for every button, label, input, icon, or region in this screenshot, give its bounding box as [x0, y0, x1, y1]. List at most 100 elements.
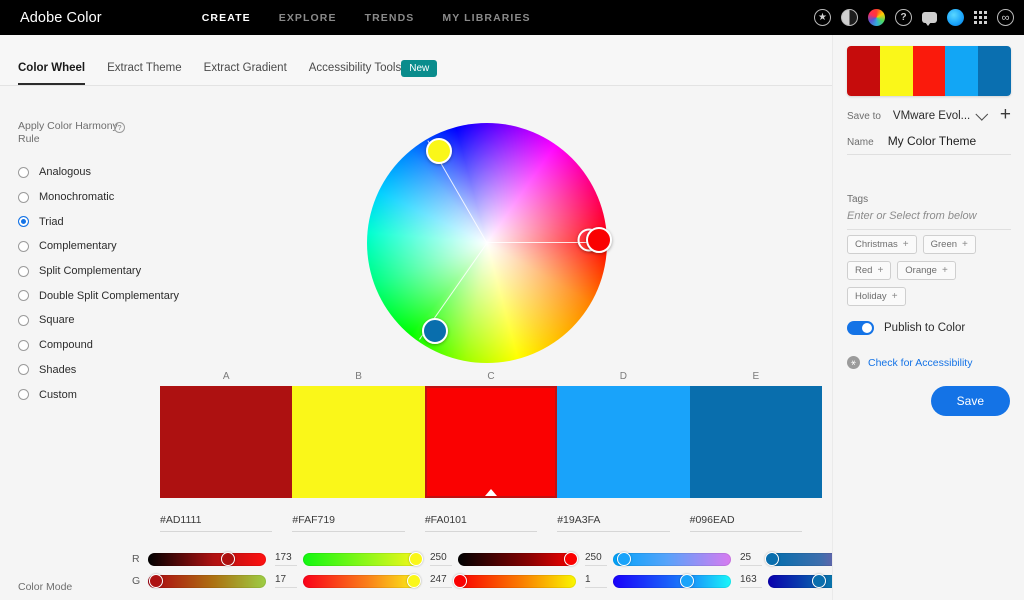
tag-chip-christmas[interactable]: Christmas+ [847, 235, 917, 254]
chat-icon[interactable] [922, 12, 937, 23]
add-library-plus-icon[interactable]: + [1000, 107, 1011, 123]
slider-knob-E-G[interactable] [812, 574, 826, 588]
slider-track-D-R[interactable] [613, 553, 731, 566]
slider-track-A-R[interactable] [148, 553, 266, 566]
plus-icon[interactable]: + [877, 265, 883, 276]
handle-e-blue[interactable] [422, 318, 448, 344]
harmony-rule-double-split-complementary[interactable]: Double Split Complementary [18, 283, 160, 308]
tab-extract-theme[interactable]: Extract Theme [107, 62, 182, 85]
apps-grid-icon[interactable] [974, 11, 987, 24]
radio-icon[interactable] [18, 340, 29, 351]
color-wheel-widget[interactable] [367, 123, 607, 363]
tab-extract-gradient[interactable]: Extract Gradient [204, 62, 287, 85]
slider-knob-D-R[interactable] [617, 552, 631, 566]
preview-swatch-5[interactable] [978, 46, 1011, 96]
check-accessibility-link[interactable]: Check for Accessibility [868, 357, 972, 369]
radio-icon[interactable] [18, 315, 29, 326]
swatch-E[interactable] [690, 386, 822, 498]
slider-knob-B-R[interactable] [409, 552, 423, 566]
hex-input-A[interactable]: #AD1111 [160, 514, 272, 532]
radio-icon[interactable] [18, 192, 29, 203]
tags-input[interactable]: Enter or Select from below [847, 210, 1011, 230]
handle-b-yellow[interactable] [426, 138, 452, 164]
plus-icon[interactable]: + [962, 239, 968, 250]
harmony-rule-custom[interactable]: Custom [18, 382, 160, 407]
preview-swatch-1[interactable] [847, 46, 880, 96]
preview-swatch-3[interactable] [913, 46, 946, 96]
slider-track-B-R[interactable] [303, 553, 421, 566]
save-to-value[interactable]: VMware Evol... [893, 110, 970, 122]
harmony-rule-analogous[interactable]: Analogous [18, 160, 160, 185]
handle-c-red[interactable] [586, 227, 612, 253]
radio-icon[interactable] [18, 266, 29, 277]
new-badge[interactable]: New [401, 60, 437, 77]
brand-logo-text[interactable]: Adobe Color [20, 10, 102, 26]
tab-accessibility-tools[interactable]: Accessibility Tools [309, 62, 401, 85]
radio-icon[interactable] [18, 167, 29, 178]
hex-input-D[interactable]: #19A3FA [557, 514, 669, 532]
slider-knob-A-R[interactable] [221, 552, 235, 566]
harmony-rule-complementary[interactable]: Complementary [18, 234, 160, 259]
hex-input-E[interactable]: #096EAD [690, 514, 802, 532]
plus-icon[interactable]: + [892, 291, 898, 302]
tag-chip-red[interactable]: Red+ [847, 261, 891, 280]
hex-input-B[interactable]: #FAF719 [292, 514, 404, 532]
help-circle-icon[interactable]: ? [114, 122, 125, 133]
chevron-down-icon[interactable] [976, 108, 989, 121]
radio-icon[interactable] [18, 241, 29, 252]
preview-swatch-2[interactable] [880, 46, 913, 96]
save-button[interactable]: Save [931, 386, 1010, 416]
tag-chip-green[interactable]: Green+ [923, 235, 976, 254]
slider-knob-D-G[interactable] [680, 574, 694, 588]
slider-knob-A-G[interactable] [149, 574, 163, 588]
radio-icon[interactable] [18, 216, 29, 227]
slider-value-D-G[interactable]: 163 [740, 574, 762, 588]
harmony-rule-square[interactable]: Square [18, 308, 160, 333]
radio-icon[interactable] [18, 389, 29, 400]
creative-cloud-icon[interactable] [997, 9, 1014, 26]
avatar-icon[interactable] [947, 9, 964, 26]
harmony-rule-compound[interactable]: Compound [18, 333, 160, 358]
slider-value-B-G[interactable]: 247 [430, 574, 452, 588]
slider-value-A-G[interactable]: 17 [275, 574, 297, 588]
slider-value-A-R[interactable]: 173 [275, 552, 297, 566]
slider-knob-C-R[interactable] [564, 552, 578, 566]
menu-item-trends[interactable]: TRENDS [365, 12, 415, 24]
preview-swatch-4[interactable] [945, 46, 978, 96]
swatch-A[interactable] [160, 386, 292, 498]
swatch-D[interactable] [557, 386, 689, 498]
slider-knob-E-R[interactable] [765, 552, 779, 566]
help-icon[interactable] [895, 9, 912, 26]
menu-item-my-libraries[interactable]: MY LIBRARIES [442, 12, 530, 24]
slider-track-D-G[interactable] [613, 575, 731, 588]
slider-track-A-G[interactable] [148, 575, 266, 588]
menu-item-create[interactable]: CREATE [202, 12, 251, 24]
check-accessibility-row[interactable]: ⚹ Check for Accessibility [847, 356, 972, 369]
tag-chip-orange[interactable]: Orange+ [897, 261, 956, 280]
slider-track-C-G[interactable] [458, 575, 576, 588]
publish-to-color-row[interactable]: Publish to Color [847, 321, 965, 335]
slider-knob-C-G[interactable] [453, 574, 467, 588]
harmony-rule-triad[interactable]: Triad [18, 209, 160, 234]
color-wheel-icon[interactable] [868, 9, 885, 26]
theme-name-input[interactable]: My Color Theme [888, 134, 976, 148]
slider-value-D-R[interactable]: 25 [740, 552, 762, 566]
radio-icon[interactable] [18, 364, 29, 375]
menu-item-explore[interactable]: EXPLORE [279, 12, 337, 24]
hex-input-C[interactable]: #FA0101 [425, 514, 537, 532]
contrast-icon[interactable] [841, 9, 858, 26]
theme-preview-strip[interactable] [847, 46, 1011, 96]
tag-chip-holiday[interactable]: Holiday+ [847, 287, 906, 306]
tab-color-wheel[interactable]: Color Wheel [18, 62, 85, 85]
color-mode-label[interactable]: Color Mode [18, 581, 72, 593]
harmony-rule-shades[interactable]: Shades [18, 358, 160, 383]
radio-icon[interactable] [18, 290, 29, 301]
harmony-rule-monochromatic[interactable]: Monochromatic [18, 185, 160, 210]
plus-icon[interactable]: + [942, 265, 948, 276]
slider-value-B-R[interactable]: 250 [430, 552, 452, 566]
slider-knob-B-G[interactable] [407, 574, 421, 588]
publish-toggle[interactable] [847, 321, 874, 335]
plus-icon[interactable]: + [903, 239, 909, 250]
slider-value-C-G[interactable]: 1 [585, 574, 607, 588]
slider-track-B-G[interactable] [303, 575, 421, 588]
